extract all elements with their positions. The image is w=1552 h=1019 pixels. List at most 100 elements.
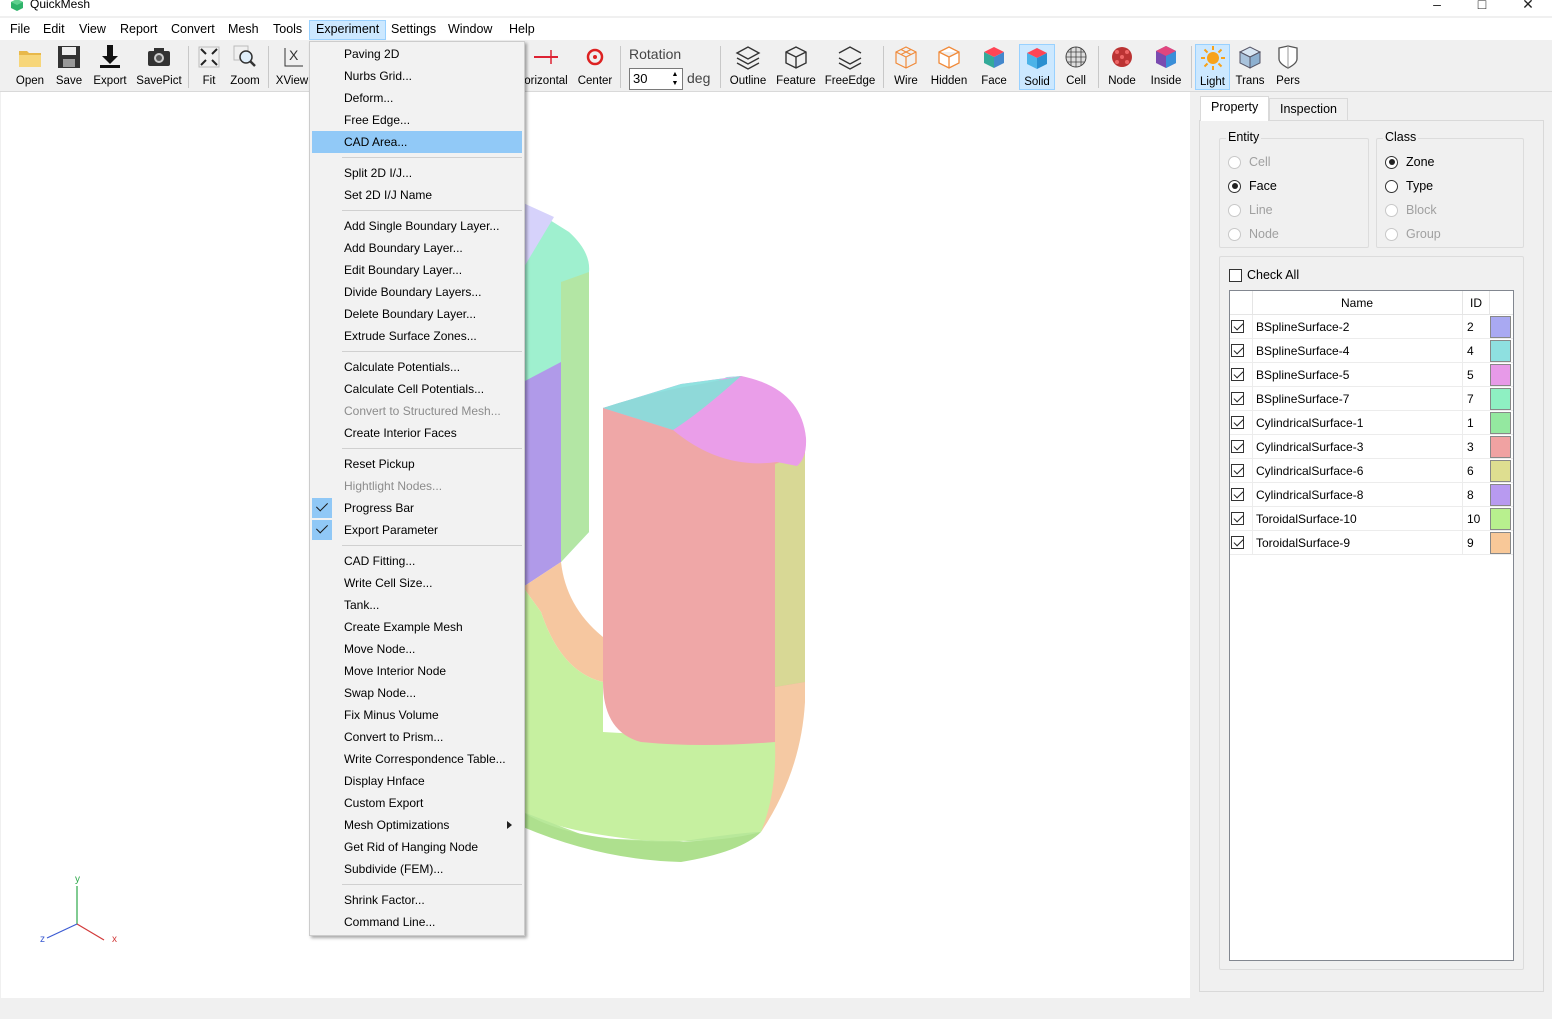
pers-button[interactable]: Pers <box>1272 44 1304 90</box>
menu-item-delete-boundary-layer[interactable]: Delete Boundary Layer... <box>312 303 522 325</box>
zone-color-swatch[interactable] <box>1490 412 1511 434</box>
face-button[interactable]: Face <box>976 44 1012 90</box>
menu-edit[interactable]: Edit <box>37 21 71 39</box>
table-row[interactable]: BSplineSurface-5 5 <box>1230 363 1513 387</box>
row-checkbox[interactable] <box>1231 368 1244 381</box>
menu-item-write-correspondence-table[interactable]: Write Correspondence Table... <box>312 748 522 770</box>
table-row[interactable]: CylindricalSurface-1 1 <box>1230 411 1513 435</box>
row-checkbox[interactable] <box>1231 440 1244 453</box>
menu-item-command-line[interactable]: Command Line... <box>312 911 522 933</box>
radio-circle[interactable] <box>1385 155 1398 169</box>
close-icon[interactable]: ✕ <box>1513 0 1543 12</box>
row-checkbox[interactable] <box>1231 536 1244 549</box>
row-checkbox[interactable] <box>1231 392 1244 405</box>
maximize-icon[interactable]: □ <box>1467 0 1497 12</box>
solid-button[interactable]: Solid <box>1019 44 1055 90</box>
freeedge-button[interactable]: FreeEdge <box>824 44 876 90</box>
menu-file[interactable]: File <box>4 21 36 39</box>
zone-color-swatch[interactable] <box>1490 340 1511 362</box>
menu-settings[interactable]: Settings <box>385 21 442 39</box>
xview-button[interactable]: X XView <box>274 44 310 90</box>
menu-item-shrink-factor[interactable]: Shrink Factor... <box>312 889 522 911</box>
menu-item-set-2d-i-j-name[interactable]: Set 2D I/J Name <box>312 184 522 206</box>
menu-item-add-single-boundary-layer[interactable]: Add Single Boundary Layer... <box>312 215 522 237</box>
menu-convert[interactable]: Convert <box>165 21 221 39</box>
table-row[interactable]: BSplineSurface-4 4 <box>1230 339 1513 363</box>
table-row[interactable]: BSplineSurface-2 2 <box>1230 315 1513 339</box>
table-row[interactable]: BSplineSurface-7 7 <box>1230 387 1513 411</box>
menu-item-get-rid-of-hanging-node[interactable]: Get Rid of Hanging Node <box>312 836 522 858</box>
horizontal-button[interactable]: orizontal <box>522 44 570 90</box>
menu-item-edit-boundary-layer[interactable]: Edit Boundary Layer... <box>312 259 522 281</box>
check-all[interactable]: Check All <box>1229 267 1299 283</box>
menu-item-move-interior-node[interactable]: Move Interior Node <box>312 660 522 682</box>
rotation-value[interactable]: 30 <box>633 71 647 86</box>
tab-property[interactable]: Property <box>1200 96 1270 121</box>
menu-experiment[interactable]: Experiment <box>309 20 387 40</box>
menu-item-calculate-potentials[interactable]: Calculate Potentials... <box>312 356 522 378</box>
menu-report[interactable]: Report <box>114 21 164 39</box>
fit-button[interactable]: Fit <box>194 44 224 90</box>
menu-tools[interactable]: Tools <box>267 21 308 39</box>
3d-viewport[interactable]: y z x <box>1 92 1190 998</box>
row-checkbox[interactable] <box>1231 488 1244 501</box>
menu-item-write-cell-size[interactable]: Write Cell Size... <box>312 572 522 594</box>
menu-item-split-2d-i-j[interactable]: Split 2D I/J... <box>312 162 522 184</box>
spin-up-icon[interactable]: ▲ <box>669 70 681 79</box>
menu-item-extrude-surface-zones[interactable]: Extrude Surface Zones... <box>312 325 522 347</box>
rotation-spinbox[interactable]: 30 ▲ ▼ <box>629 68 683 90</box>
menu-item-cad-area[interactable]: CAD Area... <box>312 131 522 153</box>
outline-button[interactable]: Outline <box>728 44 768 90</box>
mesh-render[interactable] <box>1 92 1190 998</box>
radio-circle[interactable] <box>1385 179 1398 193</box>
inside-button[interactable]: Inside <box>1146 44 1186 90</box>
menu-item-tank[interactable]: Tank... <box>312 594 522 616</box>
center-button[interactable]: Center <box>576 44 614 90</box>
menu-item-display-hnface[interactable]: Display Hnface <box>312 770 522 792</box>
zone-color-swatch[interactable] <box>1490 436 1511 458</box>
wire-button[interactable]: Wire <box>888 44 924 90</box>
row-checkbox[interactable] <box>1231 344 1244 357</box>
hidden-button[interactable]: Hidden <box>928 44 970 90</box>
menu-item-reset-pickup[interactable]: Reset Pickup <box>312 453 522 475</box>
menu-item-create-interior-faces[interactable]: Create Interior Faces <box>312 422 522 444</box>
table-row[interactable]: CylindricalSurface-8 8 <box>1230 483 1513 507</box>
zone-color-swatch[interactable] <box>1490 364 1511 386</box>
class-radio-type[interactable]: Type <box>1385 177 1433 195</box>
tab-inspection[interactable]: Inspection <box>1269 98 1348 120</box>
menu-item-convert-to-prism[interactable]: Convert to Prism... <box>312 726 522 748</box>
menu-item-progress-bar[interactable]: Progress Bar <box>312 497 522 519</box>
zone-color-swatch[interactable] <box>1490 388 1511 410</box>
menu-item-custom-export[interactable]: Custom Export <box>312 792 522 814</box>
menu-item-deform[interactable]: Deform... <box>312 87 522 109</box>
table-row[interactable]: CylindricalSurface-3 3 <box>1230 435 1513 459</box>
entity-radio-face[interactable]: Face <box>1228 177 1277 195</box>
menu-item-swap-node[interactable]: Swap Node... <box>312 682 522 704</box>
zoom-button[interactable]: Zoom <box>228 44 262 90</box>
class-radio-zone[interactable]: Zone <box>1385 153 1435 171</box>
column-header-name[interactable]: Name <box>1252 291 1462 315</box>
spin-down-icon[interactable]: ▼ <box>669 79 681 88</box>
savepict-button[interactable]: SavePict <box>136 44 182 90</box>
menu-window[interactable]: Window <box>442 21 498 39</box>
row-checkbox[interactable] <box>1231 416 1244 429</box>
row-checkbox[interactable] <box>1231 464 1244 477</box>
zone-color-swatch[interactable] <box>1490 508 1511 530</box>
zone-color-swatch[interactable] <box>1490 532 1511 554</box>
menu-item-calculate-cell-potentials[interactable]: Calculate Cell Potentials... <box>312 378 522 400</box>
check-all-checkbox[interactable] <box>1229 268 1242 282</box>
menu-item-divide-boundary-layers[interactable]: Divide Boundary Layers... <box>312 281 522 303</box>
menu-mesh[interactable]: Mesh <box>222 21 265 39</box>
zone-list[interactable]: Name ID BSplineSurface-2 2 BSplineSurface-… <box>1229 290 1514 961</box>
column-header-id[interactable]: ID <box>1462 291 1490 315</box>
open-button[interactable]: Open <box>12 44 48 90</box>
minimize-icon[interactable]: – <box>1422 0 1452 12</box>
row-checkbox[interactable] <box>1231 320 1244 333</box>
table-row[interactable]: ToroidalSurface-10 10 <box>1230 507 1513 531</box>
menu-help[interactable]: Help <box>503 21 541 39</box>
menu-item-free-edge[interactable]: Free Edge... <box>312 109 522 131</box>
menu-item-export-parameter[interactable]: Export Parameter <box>312 519 522 541</box>
node-button[interactable]: Node <box>1104 44 1140 90</box>
menu-view[interactable]: View <box>73 21 112 39</box>
trans-button[interactable]: Trans <box>1234 44 1266 90</box>
